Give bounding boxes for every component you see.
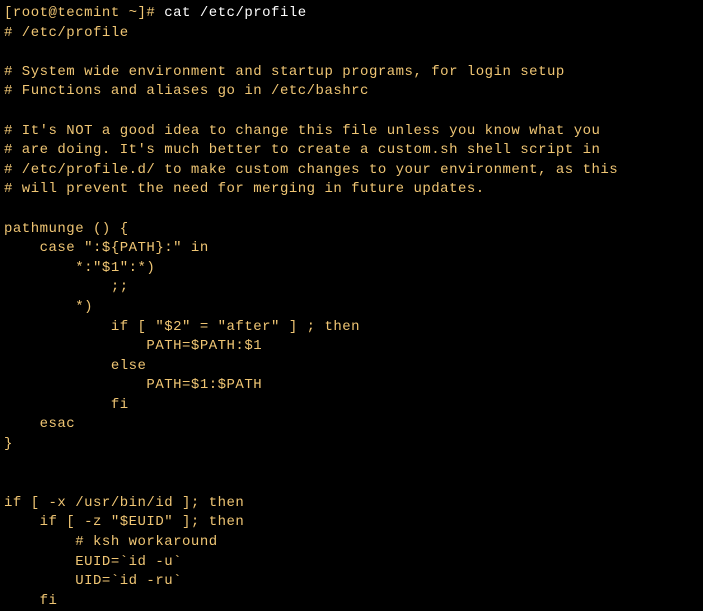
output-line: if [ "$2" = "after" ] ; then xyxy=(4,319,360,335)
output-line: # ksh workaround xyxy=(4,534,218,550)
output-line: case ":${PATH}:" in xyxy=(4,240,209,256)
output-line: # It's NOT a good idea to change this fi… xyxy=(4,123,600,139)
output-line: pathmunge () { xyxy=(4,221,129,237)
output-line: EUID=`id -u` xyxy=(4,554,182,570)
output-line: # Functions and aliases go in /etc/bashr… xyxy=(4,83,369,99)
output-line: if [ -z "$EUID" ]; then xyxy=(4,514,244,530)
output-line: PATH=$PATH:$1 xyxy=(4,338,262,354)
output-line: } xyxy=(4,436,13,452)
output-line: # will prevent the need for merging in f… xyxy=(4,181,485,197)
command-text: cat /etc/profile xyxy=(164,5,306,21)
prompt-text: [root@tecmint ~]# xyxy=(4,5,164,21)
output-line: PATH=$1:$PATH xyxy=(4,377,262,393)
output-line: fi xyxy=(4,593,57,609)
output-line: # /etc/profile.d/ to make custom changes… xyxy=(4,162,618,178)
output-line: else xyxy=(4,358,146,374)
shell-prompt: [root@tecmint ~]# cat /etc/profile xyxy=(4,5,307,21)
output-line: *:"$1":*) xyxy=(4,260,155,276)
output-line: ;; xyxy=(4,279,129,295)
output-line: *) xyxy=(4,299,93,315)
output-line: UID=`id -ru` xyxy=(4,573,182,589)
output-line: esac xyxy=(4,416,75,432)
output-line: # are doing. It's much better to create … xyxy=(4,142,600,158)
output-line: fi xyxy=(4,397,129,413)
output-line: # /etc/profile xyxy=(4,25,129,41)
terminal-output[interactable]: [root@tecmint ~]# cat /etc/profile # /et… xyxy=(4,4,699,611)
output-line: if [ -x /usr/bin/id ]; then xyxy=(4,495,244,511)
output-line: # System wide environment and startup pr… xyxy=(4,64,565,80)
